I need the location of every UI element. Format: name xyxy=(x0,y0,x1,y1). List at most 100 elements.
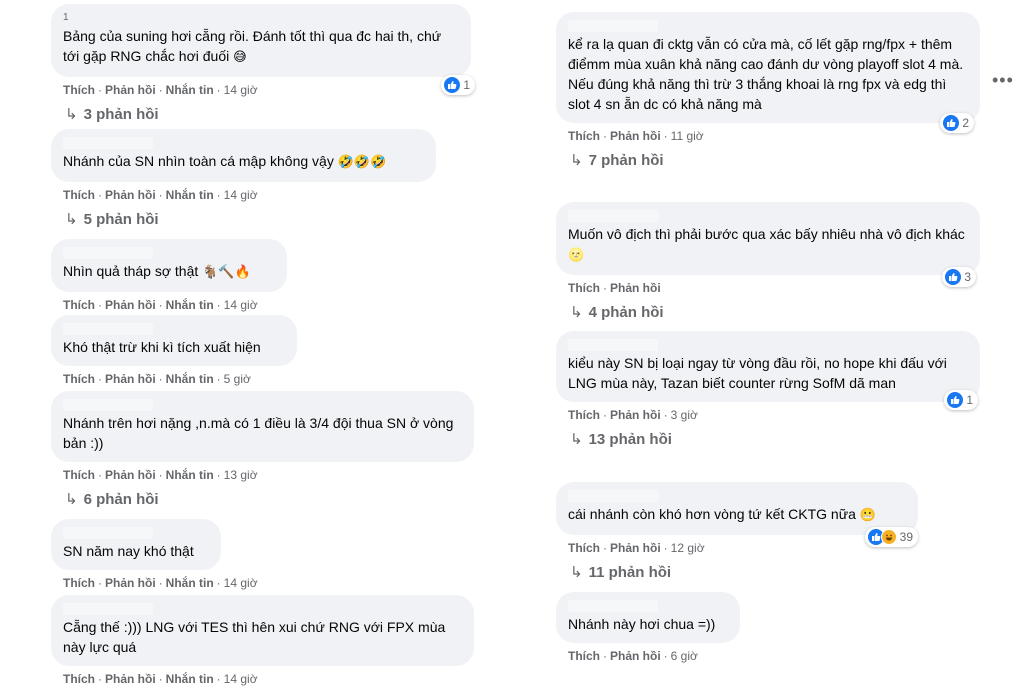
like-reaction-icon xyxy=(945,269,962,285)
comment-author[interactable] xyxy=(63,399,153,411)
reaction-count: 1 xyxy=(966,393,973,407)
like-link[interactable]: Thích xyxy=(63,468,95,482)
comment-text: Cẵng thế :))) LNG với TES thì hên xui ch… xyxy=(63,619,446,655)
like-link[interactable]: Thích xyxy=(63,576,95,590)
comment-bubble: kiểu này SN bị loại ngay từ vòng đầu rồi… xyxy=(556,331,980,410)
comment-actions: Thích · Phản hồi · Nhắn tin · 14 giờ xyxy=(63,188,258,202)
comment-emoji: 🌝 xyxy=(568,248,585,263)
message-link[interactable]: Nhắn tin xyxy=(166,83,214,97)
comment-time[interactable]: 12 giờ xyxy=(671,541,705,555)
comment-bubble: cái nhánh còn khó hơn vòng tứ kết CKTG n… xyxy=(556,482,918,547)
like-link[interactable]: Thích xyxy=(63,298,95,312)
reaction-summary[interactable]: 3 xyxy=(942,267,976,287)
reply-link[interactable]: Phản hồi xyxy=(610,281,661,295)
comment-time[interactable]: 5 giờ xyxy=(224,372,251,386)
comment-author[interactable]: 1 xyxy=(63,12,75,24)
reply-link[interactable]: Phản hồi xyxy=(610,129,661,143)
haha-reaction-icon xyxy=(880,529,897,545)
comment-actions: Thích · Phản hồi · 12 giờ xyxy=(568,541,705,555)
reply-link[interactable]: Phản hồi xyxy=(105,83,156,97)
comment-author[interactable] xyxy=(63,247,153,259)
reaction-summary[interactable]: 2 xyxy=(940,113,974,133)
like-link[interactable]: Thích xyxy=(568,541,600,555)
comment-author[interactable] xyxy=(568,490,658,502)
reaction-summary[interactable]: 1 xyxy=(441,75,475,95)
view-replies-link[interactable]: ↳ 7 phản hồi xyxy=(556,151,980,169)
reaction-summary[interactable]: 1 xyxy=(944,390,978,410)
reply-link[interactable]: Phản hồi xyxy=(105,672,156,686)
comment-time[interactable]: 13 giờ xyxy=(224,468,258,482)
reaction-count: 3 xyxy=(964,270,971,284)
view-replies-link[interactable]: ↳ 6 phản hồi xyxy=(51,490,474,508)
comment-author[interactable] xyxy=(568,600,658,612)
comment-time[interactable]: 14 giờ xyxy=(224,672,258,686)
reply-link[interactable]: Phản hồi xyxy=(105,576,156,590)
comment-bubble: Khó thật trừ khi kì tích xuất hiện xyxy=(51,315,297,366)
reply-link[interactable]: Phản hồi xyxy=(105,468,156,482)
message-link[interactable]: Nhắn tin xyxy=(166,672,214,686)
reply-link[interactable]: Phản hồi xyxy=(105,372,156,386)
reply-arrow-icon: ↳ xyxy=(65,491,78,508)
comment-author[interactable] xyxy=(568,339,658,351)
comment-author[interactable] xyxy=(63,527,153,539)
reply-link[interactable]: Phản hồi xyxy=(610,541,661,555)
reaction-summary[interactable]: 39 xyxy=(864,527,918,547)
like-link[interactable]: Thích xyxy=(63,83,95,97)
comment-item: cái nhánh còn khó hơn vòng tứ kết CKTG n… xyxy=(556,482,918,581)
comment-author[interactable] xyxy=(568,20,658,32)
comment-emoji: 😅 xyxy=(233,50,247,65)
like-link[interactable]: Thích xyxy=(63,372,95,386)
comment-actions: Thích · Phản hồi · Nhắn tin · 5 giờ xyxy=(63,372,251,386)
comment-author[interactable] xyxy=(568,210,658,222)
comment-time[interactable]: 6 giờ xyxy=(671,649,698,663)
comment-time[interactable]: 14 giờ xyxy=(224,298,258,312)
comment-bubble: Muốn vô địch thì phải bước qua xác bấy n… xyxy=(556,202,980,287)
like-link[interactable]: Thích xyxy=(63,188,95,202)
view-replies-link[interactable]: ↳ 11 phản hồi xyxy=(556,563,918,581)
comment-bubble: Cẵng thế :))) LNG với TES thì hên xui ch… xyxy=(51,595,474,666)
comment-time[interactable]: 14 giờ xyxy=(224,188,258,202)
view-replies-link[interactable]: ↳ 13 phản hồi xyxy=(556,430,980,448)
view-replies-link[interactable]: ↳ 5 phản hồi xyxy=(51,210,436,228)
comment-time[interactable]: 14 giờ xyxy=(224,576,258,590)
comment-time[interactable]: 14 giờ xyxy=(224,83,258,97)
comment-actions: Thích · Phản hồi · Nhắn tin · 14 giờ xyxy=(63,83,258,97)
message-link[interactable]: Nhắn tin xyxy=(166,372,214,386)
message-link[interactable]: Nhắn tin xyxy=(166,188,214,202)
like-link[interactable]: Thích xyxy=(568,408,600,422)
view-replies-link[interactable]: ↳ 4 phản hồi xyxy=(556,303,980,321)
reply-link[interactable]: Phản hồi xyxy=(105,298,156,312)
view-replies-link[interactable]: ↳ 3 phản hồi xyxy=(51,105,471,123)
reply-link[interactable]: Phản hồi xyxy=(105,188,156,202)
message-link[interactable]: Nhắn tin xyxy=(166,576,214,590)
reaction-count: 1 xyxy=(463,78,470,92)
reply-link[interactable]: Phản hồi xyxy=(610,408,661,422)
comment-text: cái nhánh còn khó hơn vòng tứ kết CKTG n… xyxy=(568,506,876,523)
comment-actions: Thích · Phản hồi · 6 giờ xyxy=(568,649,698,663)
comment-author[interactable] xyxy=(63,603,153,615)
comment-actions: Thích · Phản hồi · 11 giờ xyxy=(568,129,704,143)
like-link[interactable]: Thích xyxy=(63,672,95,686)
more-horizontal-icon[interactable]: ••• xyxy=(992,70,1014,91)
comment-text: Khó thật trừ khi kì tích xuất hiện xyxy=(63,339,261,355)
comment-text: Bảng của suning hơi cẵng rồi. Đánh tốt t… xyxy=(63,28,442,65)
message-link[interactable]: Nhắn tin xyxy=(166,298,214,312)
like-reaction-icon xyxy=(943,115,960,131)
comment-text: Nhánh của SN nhìn toàn cá mập không vậy … xyxy=(63,153,387,170)
comment-author[interactable] xyxy=(63,137,153,149)
comment-item: kiểu này SN bị loại ngay từ vòng đầu rồi… xyxy=(556,331,980,448)
comment-text: Nhánh này hơi chua =)) xyxy=(568,616,716,632)
comment-time[interactable]: 3 giờ xyxy=(671,408,698,422)
like-link[interactable]: Thích xyxy=(568,649,600,663)
comment-bubble: kể ra lạ quan đi cktg vẫn có cửa mà, cố … xyxy=(556,12,980,133)
comment-time[interactable]: 11 giờ xyxy=(671,129,704,143)
comment-item: 1 Bảng của suning hơi cẵng rồi. Đánh tốt… xyxy=(51,4,475,123)
like-link[interactable]: Thích xyxy=(568,281,600,295)
message-link[interactable]: Nhắn tin xyxy=(166,468,214,482)
comment-item: Nhìn quả tháp sợ thật 🐐🔨🔥 Thích · Phản hồi… xyxy=(51,239,287,313)
like-link[interactable]: Thích xyxy=(568,129,600,143)
reply-link[interactable]: Phản hồi xyxy=(610,649,661,663)
like-reaction-icon xyxy=(444,77,461,93)
comment-actions: Thích · Phản hồi · Nhắn tin · 14 giờ xyxy=(63,576,258,590)
comment-author[interactable] xyxy=(63,323,153,335)
